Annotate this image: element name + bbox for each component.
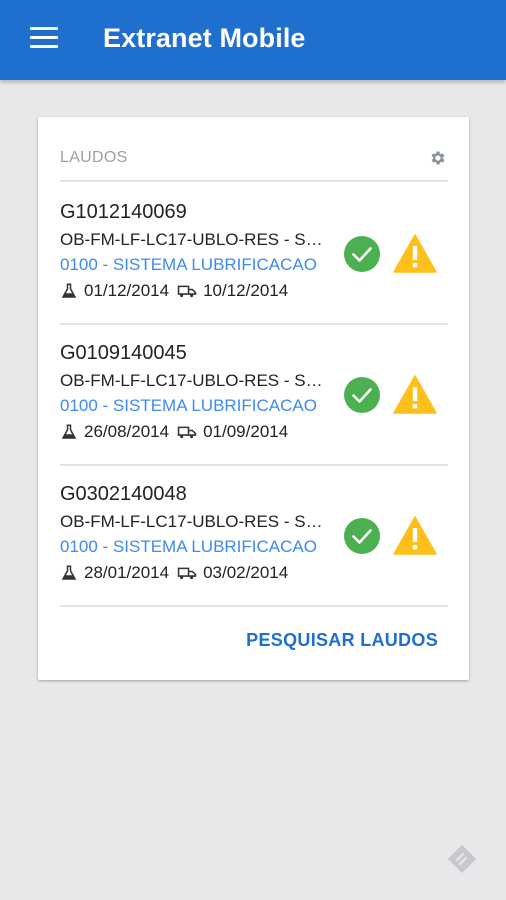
laudo-code: G0302140048: [60, 483, 187, 505]
laudo-list-item[interactable]: G1012140069 OB-FM-LF-LC17-UBLO-RES - SEC…: [60, 117, 448, 300]
laudo-list-item[interactable]: G0302140048 OB-FM-LF-LC17-UBLO-RES - SEC…: [60, 399, 448, 582]
truck-icon: [177, 567, 197, 580]
check-circle-icon: [344, 518, 380, 554]
laudos-card: LAUDOS G1012140069 OB-FM-LF-LC17-UBLO-RE…: [38, 117, 469, 680]
collect-date: 28/01/2014: [84, 563, 170, 582]
laudo-description: OB-FM-LF-LC17-UBLO-RES - SECADOR: [60, 371, 332, 390]
laudo-list-item[interactable]: G0109140045 OB-FM-LF-LC17-UBLO-RES - SEC…: [60, 258, 448, 441]
menu-icon[interactable]: [30, 27, 60, 51]
logo-icon: [447, 844, 477, 874]
search-laudos-button[interactable]: PESQUISAR LAUDOS: [246, 630, 438, 651]
laudo-dates: 28/01/2014 03/02/2014: [60, 563, 288, 583]
laudo-code: G1012140069: [60, 201, 187, 223]
laudo-description: OB-FM-LF-LC17-UBLO-RES - SECADOR: [60, 512, 332, 531]
laudo-description: OB-FM-LF-LC17-UBLO-RES - SECADOR: [60, 230, 332, 249]
delivery-date: 03/02/2014: [203, 563, 289, 582]
warning-icon: [393, 516, 437, 555]
app-title: Extranet Mobile: [103, 23, 306, 53]
flask-icon: [61, 565, 77, 580]
laudo-code: G0109140045: [60, 342, 187, 364]
laudo-system: 0100 - SISTEMA LUBRIFICACAO: [60, 537, 317, 556]
app-bar: Extranet Mobile: [0, 0, 506, 80]
divider: [60, 605, 448, 607]
